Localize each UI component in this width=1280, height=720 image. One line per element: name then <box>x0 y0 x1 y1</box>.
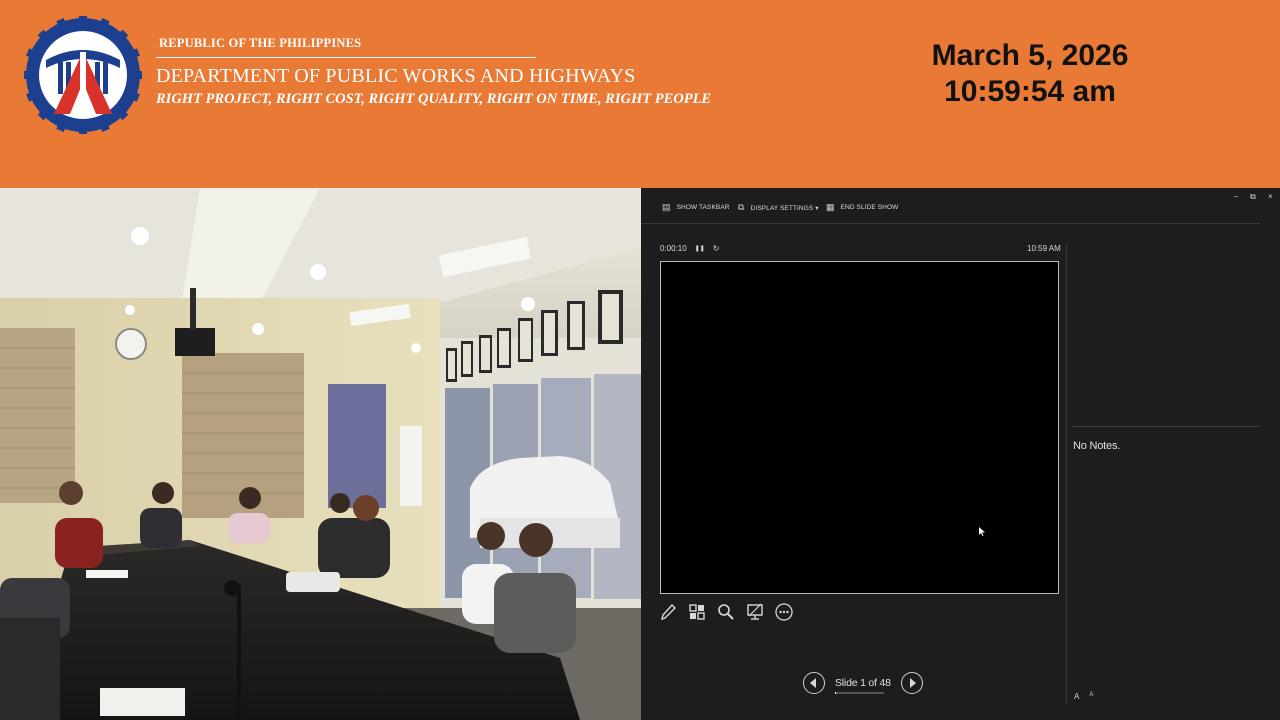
elapsed-time: 0:00:10 <box>660 244 687 253</box>
republic-label: REPUBLIC OF THE PHILIPPINES <box>159 36 362 50</box>
more-options-icon[interactable] <box>774 602 794 622</box>
current-slide-preview[interactable] <box>660 261 1059 594</box>
date-time-display: March 5, 2026 10:59:54 am <box>880 38 1180 110</box>
current-date: March 5, 2026 <box>931 39 1129 72</box>
title-divider <box>156 57 536 58</box>
speaker-notes: No Notes. <box>1073 440 1121 452</box>
zoom-icon[interactable] <box>716 602 736 622</box>
current-time: 10:59:54 am <box>944 75 1116 108</box>
chevron-right-icon <box>909 678 916 688</box>
slide-progress-fill <box>835 692 837 694</box>
conference-room-video <box>0 188 641 720</box>
increase-font-button[interactable]: A <box>1074 692 1079 701</box>
restore-button[interactable]: ⧉ <box>1250 192 1256 202</box>
taskbar-icon: ▤ <box>662 202 671 212</box>
notes-font-controls: A A <box>1074 692 1093 701</box>
display-settings-icon: ⧉ <box>738 202 745 212</box>
show-taskbar-button[interactable]: ▤ SHOW TASKBAR <box>662 202 730 213</box>
pen-icon[interactable] <box>658 602 678 622</box>
close-button[interactable]: × <box>1268 192 1273 201</box>
slide-navigation: Slide 1 of 48 <box>803 672 923 694</box>
display-settings-button[interactable]: ⧉ DISPLAY SETTINGS ▾ <box>738 202 819 213</box>
department-name: DEPARTMENT OF PUBLIC WORKS AND HIGHWAYS <box>156 65 636 87</box>
slide-counter[interactable]: Slide 1 of 48 <box>835 677 891 694</box>
slide-progress-bar <box>835 692 884 694</box>
notes-divider <box>1072 426 1260 427</box>
agency-motto: RIGHT PROJECT, RIGHT COST, RIGHT QUALITY… <box>156 91 712 107</box>
next-slide-button[interactable] <box>900 672 923 694</box>
toolbar-divider <box>641 223 1260 224</box>
presenter-view: ▤ SHOW TASKBAR ⧉ DISPLAY SETTINGS ▾ ▦ EN… <box>641 188 1280 720</box>
camera-feed <box>0 188 641 720</box>
black-screen-icon[interactable] <box>745 602 765 622</box>
dpwh-logo-icon <box>24 16 142 134</box>
end-show-icon: ▦ <box>826 202 835 212</box>
slide-tools <box>658 602 794 622</box>
see-all-slides-icon[interactable] <box>687 602 707 622</box>
decrease-font-button[interactable]: A <box>1089 692 1093 701</box>
previous-slide-button[interactable] <box>803 672 825 694</box>
chevron-left-icon <box>810 678 816 688</box>
agency-header: REPUBLIC OF THE PHILIPPINES DEPARTMENT O… <box>0 0 1280 188</box>
system-clock: 10:59 AM <box>1027 244 1061 253</box>
presentation-timer: 0:00:10 ❚❚ ↻ <box>660 244 719 253</box>
pause-timer-icon[interactable]: ❚❚ <box>695 245 705 252</box>
end-slide-show-button[interactable]: ▦ END SLIDE SHOW <box>826 202 898 213</box>
mouse-cursor-icon <box>979 527 985 536</box>
reset-timer-icon[interactable]: ↻ <box>713 244 720 253</box>
minimize-button[interactable]: – <box>1234 192 1238 201</box>
pane-divider <box>1066 244 1067 704</box>
